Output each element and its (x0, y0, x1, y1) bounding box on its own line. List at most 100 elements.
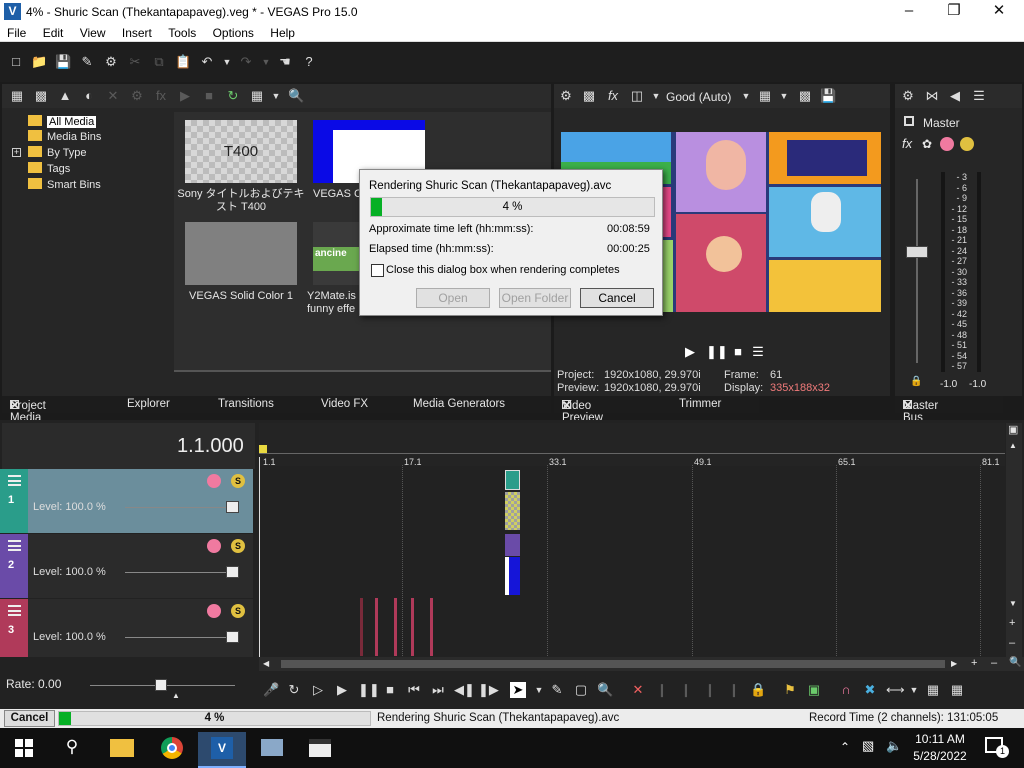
remove-media-icon[interactable]: ✕ (105, 88, 121, 104)
track-mute-icon[interactable] (207, 539, 221, 553)
ripple-edit-icon[interactable]: ⟷ (886, 682, 905, 698)
selection-tool-icon[interactable]: ▢ (573, 682, 589, 698)
master-fx-chain-icon[interactable]: ✿ (922, 137, 932, 151)
capture-video-icon[interactable]: ▩ (33, 88, 49, 104)
volume-icon[interactable]: 🔈 (886, 738, 902, 754)
track-level-knob[interactable] (226, 631, 239, 643)
tab-media-generators[interactable]: Media Generators (413, 398, 505, 410)
undo-dropdown-icon[interactable]: ▼ (219, 54, 235, 70)
scroll-thumb[interactable] (281, 660, 945, 668)
redo-icon[interactable]: ↷ (238, 54, 254, 70)
track-header-2[interactable]: 2 S Level: 100.0 % (0, 534, 253, 598)
timeline-clip[interactable] (360, 598, 363, 656)
master-mixer-icon[interactable]: ☰ (971, 88, 987, 104)
master-fader-knob[interactable] (906, 246, 928, 258)
preview-menu-icon[interactable]: ☰ (750, 344, 766, 360)
master-fx-icon[interactable]: fx (902, 136, 912, 151)
copy-snapshot-icon[interactable]: ▩ (797, 88, 813, 104)
timeline-clip[interactable] (505, 557, 520, 595)
preview-quality-select[interactable]: Good (Auto) (666, 90, 731, 104)
search-icon[interactable]: 🔍 (288, 88, 304, 104)
track-level-knob[interactable] (226, 566, 239, 578)
master-downmix-icon[interactable]: ⋈ (924, 88, 940, 104)
zoom-tool-icon[interactable]: 🔍 (1009, 657, 1021, 668)
trim-icon[interactable]: ❙ (654, 682, 670, 698)
preview-device-icon[interactable]: ▩ (581, 88, 597, 104)
undo-icon[interactable]: ↶ (199, 54, 215, 70)
track-menu-icon[interactable] (8, 475, 21, 486)
timeline-horizontal-scrollbar[interactable]: ◀ ▶ + – 🔍 (259, 657, 1024, 671)
cancel-render-button[interactable]: Cancel (580, 288, 654, 308)
zoom-edit-tool-icon[interactable]: 🔍 (597, 682, 613, 698)
timeline-vertical-scrollbar[interactable]: ▣ ▲ ▼ + – (1006, 423, 1022, 657)
media-thumb-y2mate[interactable]: ancine (313, 222, 359, 285)
get-media-icon[interactable]: ▲ (57, 88, 73, 104)
menu-edit[interactable]: Edit (36, 24, 70, 40)
undock-icon[interactable] (10, 400, 19, 409)
loop-playback-icon[interactable]: ↻ (286, 682, 302, 698)
file-explorer-icon[interactable] (98, 732, 146, 768)
zoom-in-vertical-icon[interactable]: + (1009, 617, 1015, 629)
tree-item-tags[interactable]: Tags (28, 162, 101, 178)
trim-start-icon[interactable]: ❙ (702, 682, 718, 698)
preview-fx-icon[interactable]: fx (605, 88, 621, 104)
preview-play-icon[interactable]: ▶ (682, 344, 698, 360)
ignore-grouping-icon[interactable]: ▦ (949, 682, 965, 698)
master-lock-icon[interactable]: 🔒 (910, 376, 922, 387)
delete-icon[interactable]: ✕ (630, 682, 646, 698)
stop-preview-icon[interactable]: ■ (201, 88, 217, 104)
tab-transitions[interactable]: Transitions (218, 398, 274, 410)
undock-icon[interactable] (903, 400, 912, 409)
media-properties-icon[interactable]: ⚙ (129, 88, 145, 104)
media-thumb-solid-color[interactable] (185, 222, 297, 285)
track-menu-icon[interactable] (8, 540, 21, 551)
master-checkbox-icon[interactable] (904, 116, 914, 126)
web-media-icon[interactable]: ◐ (81, 88, 97, 104)
save-icon[interactable]: 💾 (55, 54, 71, 70)
save-snapshot-icon[interactable]: 💾 (820, 88, 836, 104)
go-to-start-icon[interactable]: ⏮ (406, 682, 422, 698)
scroll-down-icon[interactable]: ▼ (1009, 599, 1017, 608)
settings-gear-icon[interactable]: ⚙ (103, 54, 119, 70)
split-screen-icon[interactable]: ◫ (629, 88, 645, 104)
taskbar-date[interactable]: 5/28/2022 (912, 749, 968, 763)
save-as-icon[interactable]: ✎ (79, 54, 95, 70)
control-panel-icon[interactable] (248, 732, 296, 768)
rate-slider-knob[interactable] (155, 679, 167, 691)
lock-envelopes-icon[interactable]: 🔒 (750, 682, 766, 698)
track-mute-icon[interactable] (207, 474, 221, 488)
track-header-3[interactable]: 3 S Level: 100.0 % (0, 599, 253, 657)
menu-options[interactable]: Options (206, 24, 260, 40)
clapperboard-icon[interactable] (296, 732, 344, 768)
open-folder-icon[interactable]: 📁 (31, 54, 47, 70)
timeline-clip[interactable] (394, 598, 397, 656)
master-speaker-icon[interactable]: ◀ (947, 88, 963, 104)
quality-dropdown-icon[interactable]: ▼ (738, 88, 754, 104)
track-solo-icon[interactable]: S (231, 604, 245, 618)
scroll-up-icon[interactable]: ▲ (1009, 441, 1017, 450)
timeline-clip[interactable] (505, 534, 520, 556)
marker-flag-icon[interactable] (259, 445, 267, 453)
network-icon[interactable]: ▧ (862, 738, 874, 754)
track-solo-icon[interactable]: S (231, 539, 245, 553)
copy-icon[interactable]: ⧉ (151, 54, 167, 70)
taskbar-time[interactable]: 10:11 AM (912, 732, 968, 746)
split-dropdown-icon[interactable]: ▼ (648, 88, 664, 104)
status-cancel-button[interactable]: Cancel (4, 710, 55, 727)
tab-video-preview[interactable]: Video Preview ✕ (562, 398, 603, 424)
trim-end-icon[interactable]: ❙ (726, 682, 742, 698)
preview-pause-icon[interactable]: ❚❚ (706, 344, 728, 360)
pause-icon[interactable]: ❚❚ (358, 682, 380, 698)
marker-comment-icon[interactable]: ▣ (1008, 423, 1018, 436)
go-to-end-icon[interactable]: ⏭ (430, 682, 446, 698)
master-solo-icon[interactable] (960, 137, 974, 151)
new-project-icon[interactable]: □ (8, 54, 24, 70)
stop-icon[interactable]: ■ (382, 682, 398, 698)
undock-icon[interactable] (562, 400, 571, 409)
tab-explorer[interactable]: Explorer (127, 398, 170, 410)
open-folder-button[interactable]: Open Folder (499, 288, 571, 308)
record-icon[interactable]: 🎤 (263, 682, 279, 698)
play-preview-icon[interactable]: ▶ (177, 88, 193, 104)
split-icon[interactable]: ❙ (678, 682, 694, 698)
chrome-icon[interactable] (148, 732, 196, 768)
